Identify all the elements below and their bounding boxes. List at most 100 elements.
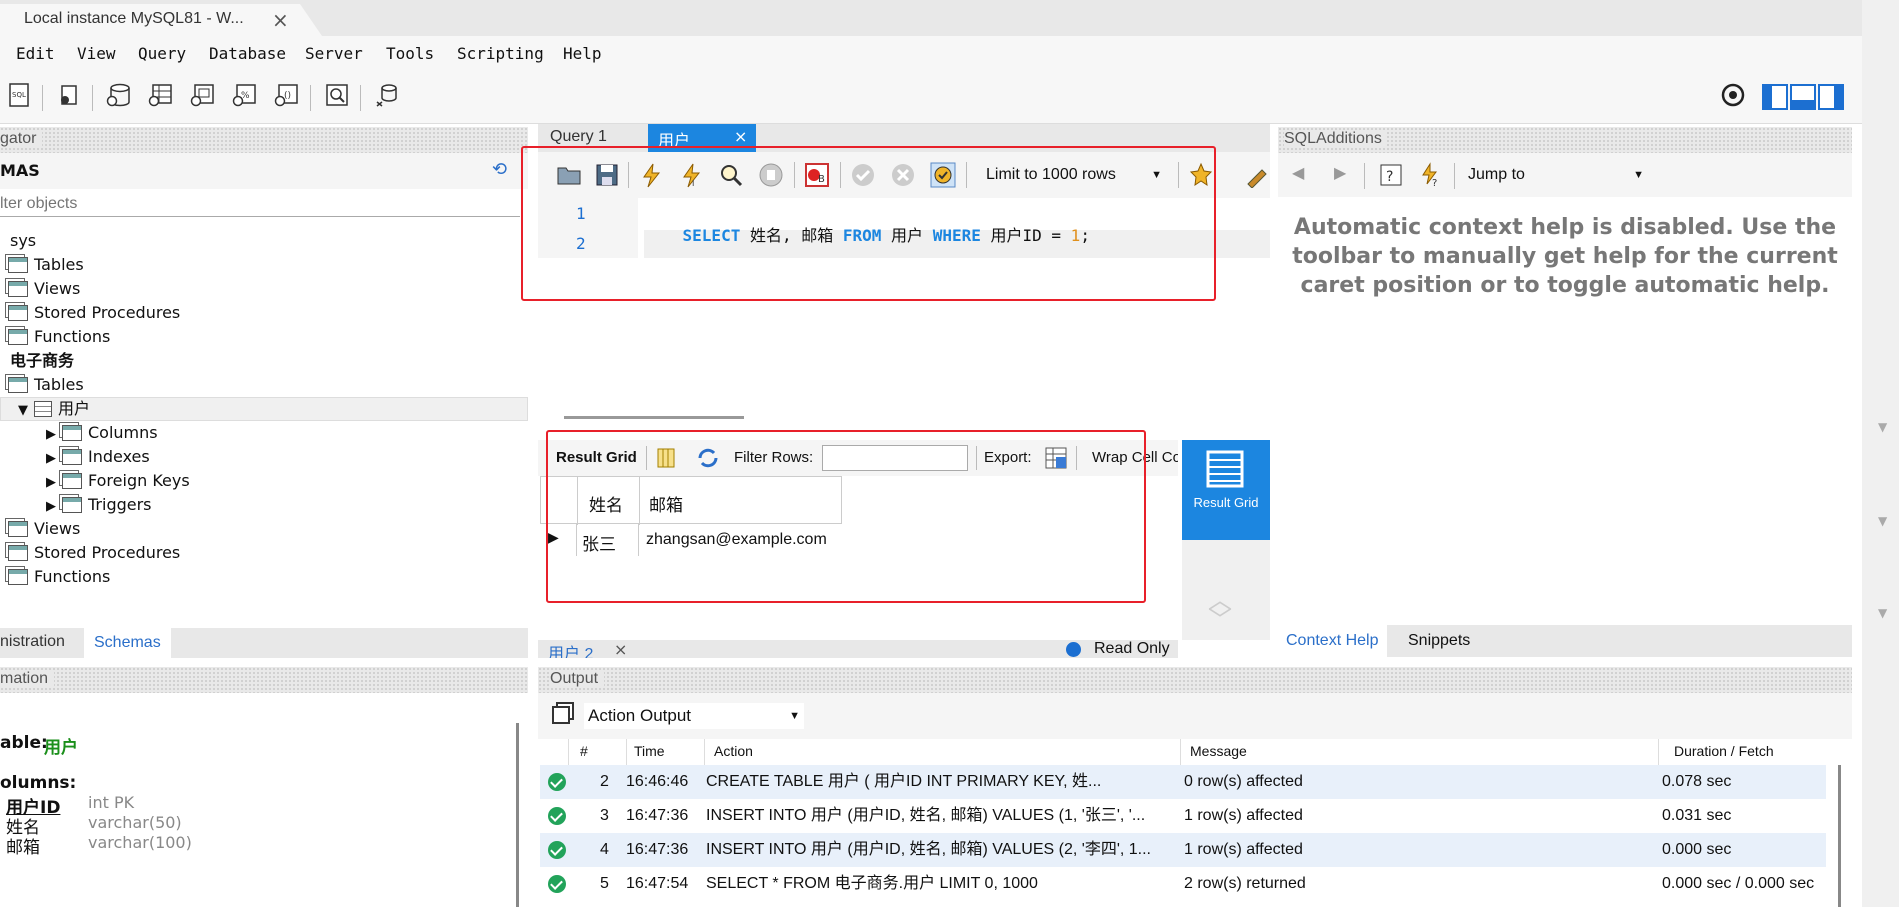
main-toolbar: SQL % () [0,72,1862,124]
search-table-data-icon[interactable] [324,82,350,108]
refresh-schemas-icon[interactable]: ⟲ [492,159,507,180]
editor-scrollbar[interactable] [564,416,744,419]
tab-schemas[interactable]: Schemas [84,628,171,658]
close-result-tab-icon[interactable]: × [614,640,627,658]
menu-view[interactable]: View [77,44,116,63]
view-folder-icon [8,521,28,537]
sql-additions-toolbar: ◀ ▶ ? ? Jump to ▼ [1278,153,1852,197]
schemas-title: MAS [0,161,40,180]
column-type: int PK [88,793,135,812]
svg-text:?: ? [1386,169,1393,185]
tree-item-functions[interactable]: Functions [8,565,110,589]
beautify-icon[interactable] [1244,162,1270,188]
tree-item-ecommerce-tables[interactable]: Tables [8,373,84,397]
tab-administration[interactable]: nistration [0,633,65,651]
manual-help-icon[interactable]: ? [1378,162,1404,188]
tree-item-foreign-keys[interactable]: ▶ Foreign Keys [46,469,190,493]
navigator-header: gator [0,127,528,153]
info-scrollbar[interactable] [516,723,519,907]
toggle-secondary-sidebar-icon[interactable] [1818,84,1844,110]
forward-icon[interactable]: ▶ [1334,163,1346,182]
tree-item-user-table[interactable]: ▼ 用户 [18,397,90,421]
chevron-down-icon[interactable]: ﹀ [1208,600,1232,635]
tree-item-triggers[interactable]: ▶ Triggers [46,493,152,517]
menu-database[interactable]: Database [209,44,286,63]
back-icon[interactable]: ◀ [1292,163,1304,182]
tab-query-1[interactable]: Query 1 [550,128,607,146]
expand-arrow-icon[interactable]: ▶ [46,427,56,442]
close-tab-icon[interactable]: × [734,127,747,146]
output-vscrollbar[interactable] [1838,765,1841,907]
copy-icon[interactable] [552,706,570,724]
information-panel: able: 用户 olumns: 用户ID int PK 姓名 varchar(… [0,693,528,907]
result-grid-side-button[interactable]: Result Grid [1182,440,1270,540]
chevron-down-icon[interactable]: ▼ [1878,606,1887,620]
tree-item-sys-procedures[interactable]: Stored Procedures [8,301,180,325]
result-panel-scroll-arrows[interactable]: ︿ ﹀ [1182,540,1270,640]
tree-item-views[interactable]: Views [8,517,80,541]
new-sql-tab-icon[interactable]: SQL [6,82,32,108]
context-help-panel: Automatic context help is disabled. Use … [1278,197,1852,625]
tree-item-columns[interactable]: ▶ Columns [46,421,158,445]
output-row[interactable]: 2 16:46:46 CREATE TABLE 用户 ( 用户ID INT PR… [540,765,1826,799]
success-icon [548,773,566,791]
tab-result-2[interactable]: 用户 2 [548,640,593,658]
connection-tab[interactable]: Local instance MySQL81 - W... × [0,4,322,36]
expand-arrow-icon[interactable]: ▼ [18,403,28,418]
column-name: 邮箱 [6,838,40,858]
tree-item-sys-tables[interactable]: Tables [8,253,84,277]
close-tab-icon[interactable]: × [272,8,289,32]
table-folder-icon [8,257,28,273]
reconnect-icon[interactable] [374,82,400,108]
column-type: varchar(100) [88,833,192,852]
tree-item-ecommerce[interactable]: 电子商务 [0,349,74,373]
filter-objects-input[interactable] [0,191,520,217]
output-row[interactable]: 5 16:47:54 SELECT * FROM 电子商务.用户 LIMIT 0… [540,867,1826,901]
tree-item-indexes[interactable]: ▶ Indexes [46,445,150,469]
expand-arrow-icon[interactable]: ▶ [46,475,56,490]
menu-server[interactable]: Server [305,44,363,63]
svg-text:?: ? [1432,178,1437,188]
jump-to-select[interactable]: Jump to ▼ [1468,162,1648,188]
menu-help[interactable]: Help [563,44,602,63]
auto-help-toggle-icon[interactable]: ? [1418,162,1444,188]
result-tab-bar: 用户 2 × Read Only [538,640,1178,658]
create-view-icon[interactable] [190,82,216,108]
menu-scripting[interactable]: Scripting [457,44,544,63]
view-folder-icon [8,281,28,297]
tree-item-sys[interactable]: sys [0,229,36,253]
tab-snippets[interactable]: Snippets [1408,625,1470,657]
procedure-folder-icon [8,305,28,321]
dropdown-arrow-icon: ▼ [789,710,800,722]
output-row[interactable]: 4 16:47:36 INSERT INTO 用户 (用户ID, 姓名, 邮箱)… [540,833,1826,867]
menu-query[interactable]: Query [138,44,186,63]
tree-item-sys-functions[interactable]: Functions [8,325,110,349]
menu-tools[interactable]: Tools [386,44,434,63]
open-sql-script-icon[interactable] [56,82,82,108]
menu-edit[interactable]: Edit [16,44,55,63]
create-schema-icon[interactable] [106,82,132,108]
toggle-sidebar-icon[interactable] [1762,84,1788,110]
chevron-down-icon[interactable]: ▼ [1878,514,1887,528]
output-type-select[interactable]: Action Output ▼ [584,703,804,729]
tree-item-sys-views[interactable]: Views [8,277,80,301]
create-procedure-icon[interactable]: % [232,82,258,108]
output-row[interactable]: 3 16:47:36 INSERT INTO 用户 (用户ID, 姓名, 邮箱)… [540,799,1826,833]
toggle-output-icon[interactable] [1790,84,1816,110]
annotation-box-query [521,146,1216,301]
chevron-down-icon[interactable]: ▼ [1878,420,1887,434]
create-table-icon[interactable] [148,82,174,108]
output-toolbar: Action Output ▼ [538,693,1852,739]
expand-arrow-icon[interactable]: ▶ [46,499,56,514]
create-function-icon[interactable]: () [274,82,300,108]
annotation-box-result [546,430,1146,603]
table-folder-icon [8,377,28,393]
menu-bar: Edit View Query Database Server Tools Sc… [0,36,1862,72]
function-folder-icon [8,569,28,585]
expand-arrow-icon[interactable]: ▶ [46,451,56,466]
right-edge-panel [1862,0,1899,907]
tree-item-procedures[interactable]: Stored Procedures [8,541,180,565]
schemas-title-bar: MAS ⟲ [0,153,528,189]
sql-additions-header: SQLAdditions [1278,127,1852,153]
tab-context-help[interactable]: Context Help [1278,625,1387,657]
